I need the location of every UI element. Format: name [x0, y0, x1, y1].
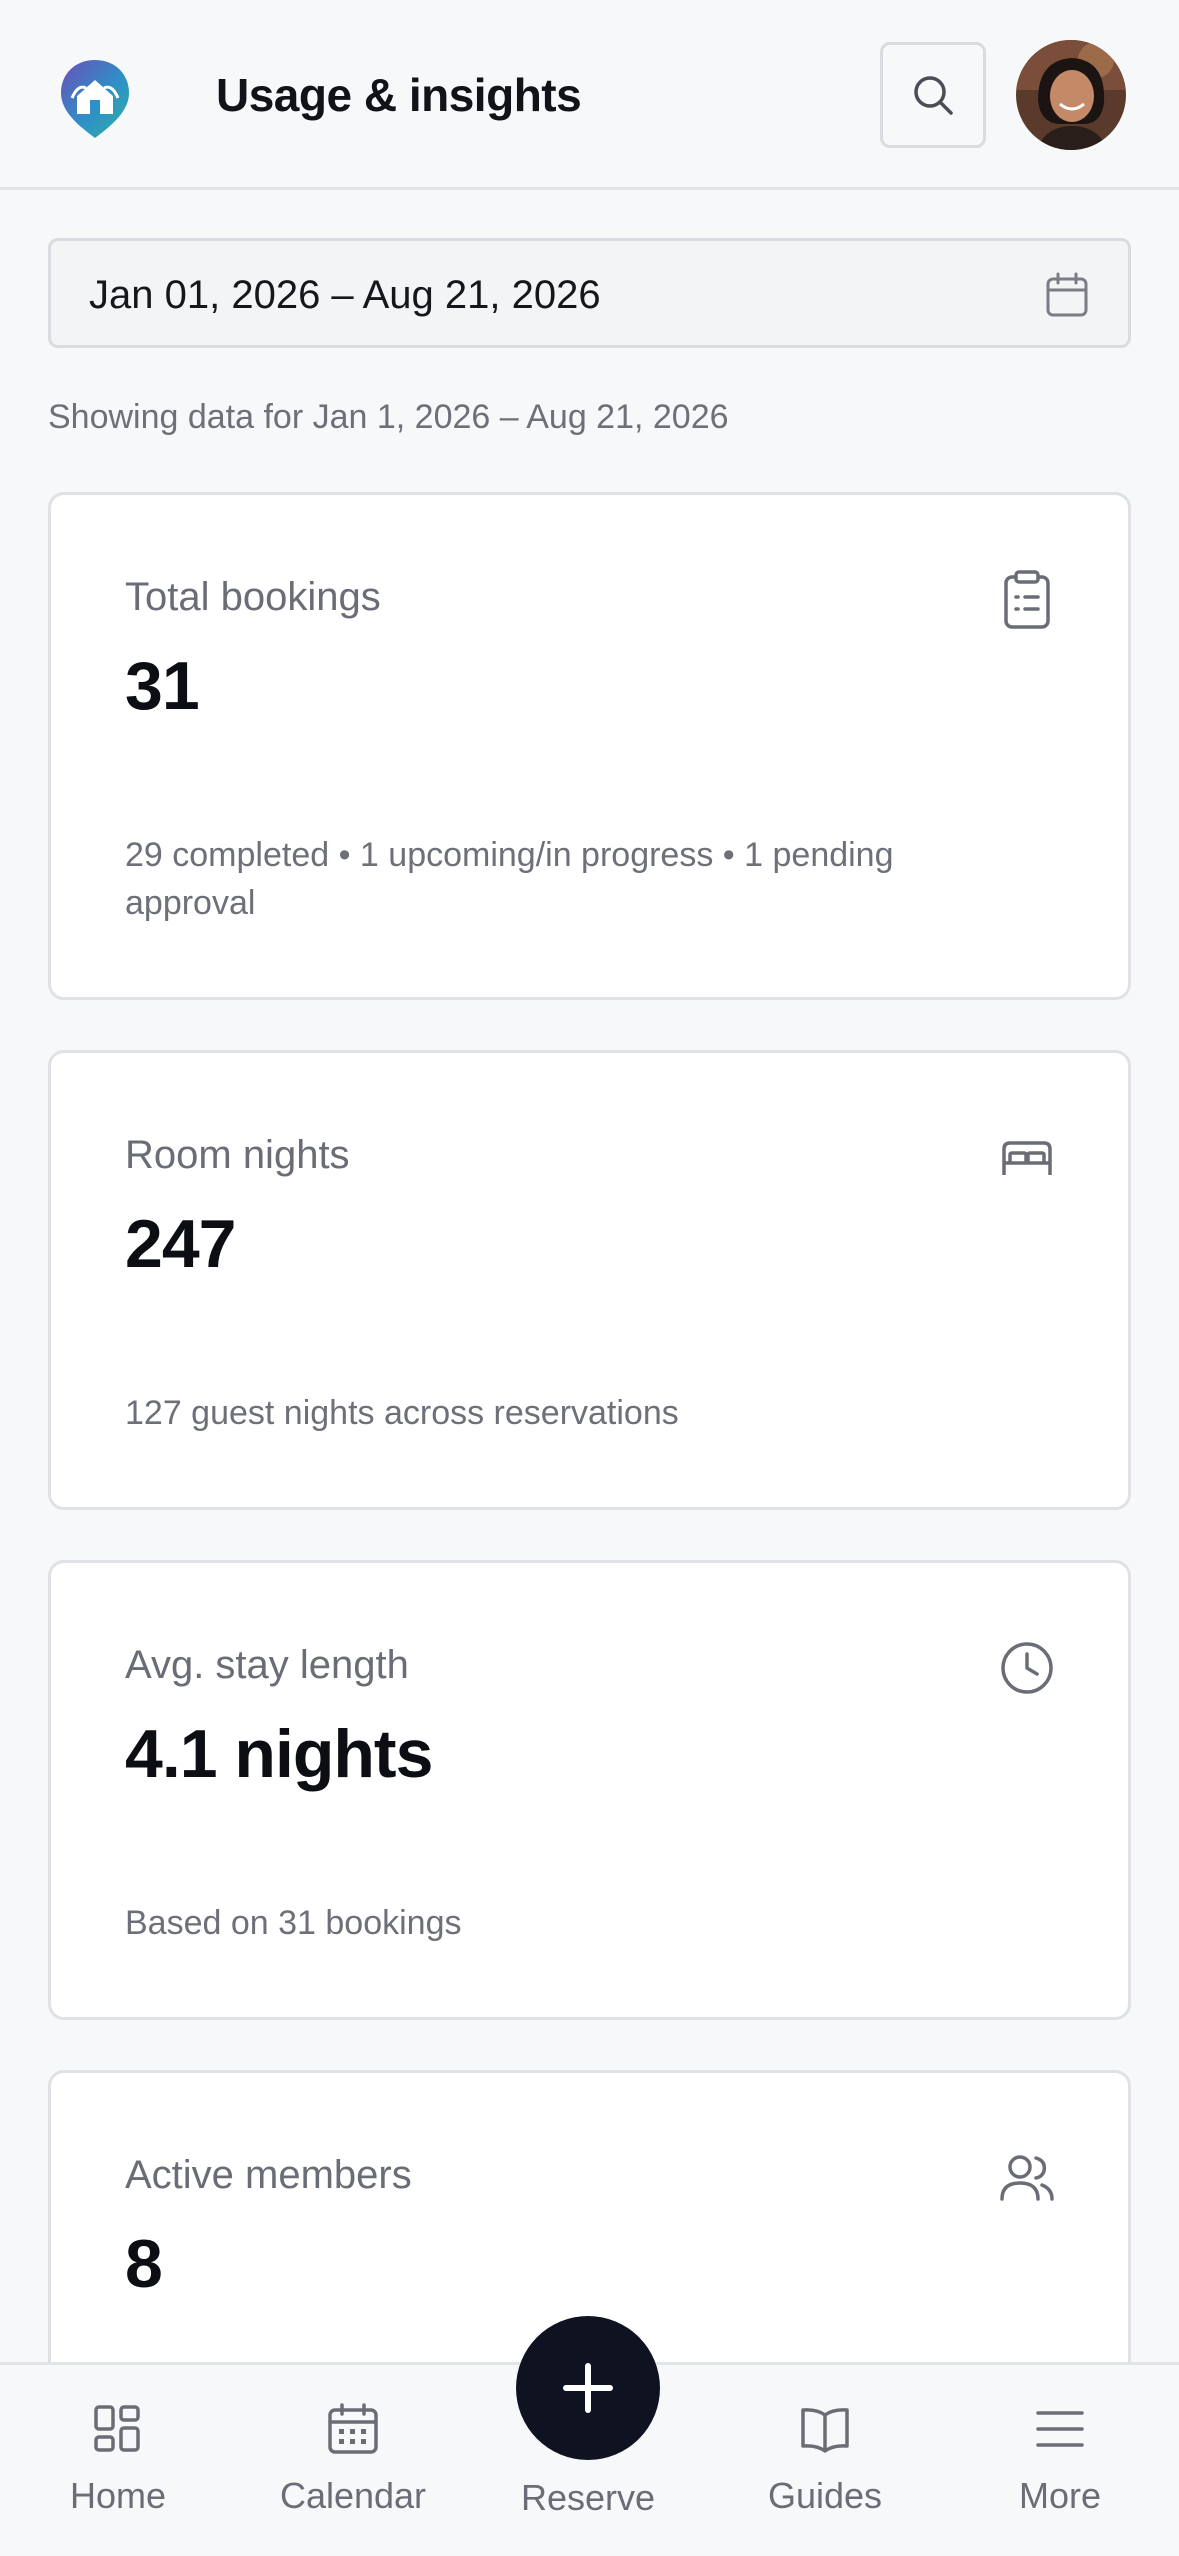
top-header: Usage & insights: [0, 0, 1179, 190]
user-avatar[interactable]: [1016, 40, 1126, 150]
card-label: Avg. stay length: [125, 1643, 409, 1687]
avg-stay-length-card: Avg. stay length 4.1 nights Based on 31 …: [48, 1560, 1131, 2020]
card-value: 247: [125, 1206, 236, 1282]
bed-icon: [1002, 1141, 1052, 1175]
card-label: Total bookings: [125, 575, 381, 619]
room-nights-card: Room nights 247 127 guest nights across …: [48, 1050, 1131, 1510]
date-range-value: Jan 01, 2026 – Aug 21, 2026: [89, 273, 601, 317]
nav-calendar-label: Calendar: [279, 2475, 427, 2516]
clipboard-icon: [1004, 570, 1050, 629]
menu-icon: [1036, 2411, 1084, 2447]
card-label: Room nights: [125, 1133, 350, 1177]
nav-calendar[interactable]: Calendar: [253, 2401, 453, 2517]
card-value: 8: [125, 2226, 163, 2302]
total-bookings-card: Total bookings 31 29 completed • 1 upcom…: [48, 492, 1131, 1000]
plus-icon: [563, 2363, 613, 2413]
reserve-fab-button[interactable]: [516, 2316, 660, 2460]
search-button[interactable]: [880, 42, 986, 148]
card-subtext: 29 completed • 1 upcoming/in progress • …: [125, 836, 894, 922]
card-value: 31: [125, 648, 200, 724]
nav-home-label: Home: [69, 2475, 167, 2516]
showing-data-text: Showing data for Jan 1, 2026 – Aug 21, 2…: [48, 398, 729, 436]
users-icon: [1000, 2155, 1054, 2201]
search-icon: [914, 76, 953, 115]
usage-insights-screen: Usage & insights Jan 01, 2026 – Aug 21, …: [0, 0, 1179, 2556]
nav-guides[interactable]: Guides: [725, 2401, 925, 2517]
nav-home[interactable]: Home: [18, 2401, 218, 2517]
book-open-icon: [801, 2408, 849, 2453]
page-title: Usage & insights: [216, 69, 582, 121]
clock-icon: [1001, 1642, 1053, 1694]
card-value: 4.1 nights: [125, 1716, 433, 1792]
nav-more-label: More: [1018, 2475, 1102, 2516]
app-logo-icon[interactable]: [58, 58, 132, 140]
nav-guides-label: Guides: [767, 2475, 883, 2516]
home-grid-icon: [94, 2405, 140, 2452]
nav-reserve-label: Reserve: [520, 2477, 656, 2518]
nav-more[interactable]: More: [960, 2401, 1160, 2517]
nav-reserve[interactable]: Reserve: [488, 2477, 688, 2519]
calendar-icon: [328, 2403, 378, 2454]
card-subtext: Based on 31 bookings: [125, 1904, 462, 1942]
card-subtext: 127 guest nights across reservations: [125, 1394, 679, 1432]
date-range-picker[interactable]: Jan 01, 2026 – Aug 21, 2026: [48, 238, 1131, 348]
calendar-icon: [1046, 272, 1088, 317]
card-label: Active members: [125, 2153, 412, 2197]
